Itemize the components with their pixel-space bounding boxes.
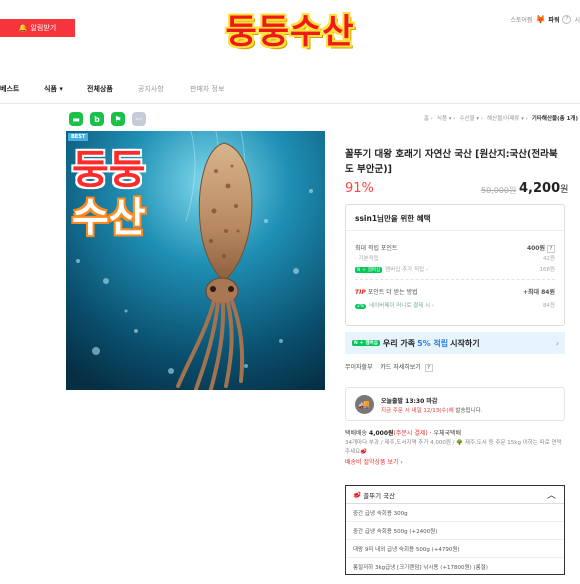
breadcrumb: 홈 › 식품 ▾ › 수산물 ▾ › 해산물/어패류 ▾ › 기타해산물(총 1…	[424, 114, 578, 122]
breadcrumb-home[interactable]: 홈 ›	[424, 114, 433, 122]
banner-text-after: 시작하기	[450, 338, 480, 348]
truck-icon: 🚚	[355, 395, 374, 414]
meat-icon: 🥩	[353, 490, 364, 499]
shipping-fee: 4,000원	[369, 430, 394, 437]
more-icon[interactable]: ···	[132, 112, 146, 126]
delivery-date: 지금 주문 시 내일 12/13(수)에 발송됩니다.	[381, 406, 483, 414]
shipping-fee-row: 택배배송 4,000원(주문시 결제) · 우체국택배	[345, 429, 565, 438]
shipping-note: (주문시 결제)	[393, 430, 428, 437]
help-icon[interactable]: ?	[424, 364, 433, 372]
sale-price: 4,200원	[519, 181, 568, 196]
banner-highlight: 5% 적립	[417, 338, 449, 348]
store-logo[interactable]: 둥둥수산	[0, 4, 580, 53]
max-points-label: 최대 적립 포인트	[355, 245, 398, 252]
option-select-header[interactable]: 🥩 꼴뚜기 국산 ︿	[346, 486, 564, 504]
original-price: 50,000원	[481, 186, 517, 195]
option-item[interactable]: 대왕 9미 내외 급냉 숙회용 500g (+4790원)	[346, 540, 564, 558]
help-icon[interactable]: ?	[562, 15, 572, 24]
delivery-date-highlight: 지금 주문 시 내일 12/13(수)에	[381, 408, 454, 414]
option-item[interactable]: 롱절저하 3kg급냉 [크기랜덤] 낚시용 (+17800원) (롱절)	[346, 558, 564, 576]
divider	[355, 279, 555, 280]
breadcrumb-food[interactable]: 식품 ▾ ›	[437, 114, 456, 122]
fox-icon: 🦊	[535, 15, 546, 24]
tip-text: 포인트 더 받는 방법	[367, 289, 418, 296]
max-points-value: 400원	[526, 245, 545, 252]
option-item[interactable]: 중간 급냉 숙회용 500g (+2400원)	[346, 522, 564, 540]
nav-item-notice[interactable]: 공지사항	[138, 84, 164, 94]
nav-item-food[interactable]: 식품 ▾	[44, 84, 63, 94]
shipping-carrier: · 우체국택배	[429, 430, 462, 437]
basic-points-value: 42원	[542, 256, 555, 262]
membership-points-label[interactable]: 멤버십 추가 적립	[385, 267, 424, 273]
breadcrumb-seafood[interactable]: 수산물 ▾ ›	[459, 114, 483, 122]
chevron-right-icon: ›	[555, 338, 559, 348]
share-icons: ▬ b ⚑ ···	[69, 112, 146, 126]
store-nav: 베스트 식품 ▾ 전체상품 공지사항 판매자 정보	[0, 72, 580, 104]
sale-price-number: 4,200	[519, 181, 561, 196]
nav-item-all-products[interactable]: 전체상품	[87, 84, 113, 94]
max-points-row: 최대 적립 포인트 400원?	[355, 243, 555, 253]
benefit-header: ssin1님만을 위한 혜택	[346, 205, 564, 231]
image-text-susan: 수산	[72, 195, 146, 241]
tip-value: +최대 84원	[522, 289, 555, 296]
help-icon[interactable]: ?	[547, 245, 555, 253]
today-delivery-box: 🚚 오늘출발 13:30 마감 지금 주문 시 내일 12/13(수)에 발송됩…	[345, 387, 565, 421]
membership-points-row: N ＋ 멤버십 멤버십 추가 적립 › 168원	[355, 267, 555, 273]
product-image[interactable]: BEST 둥둥 수산	[66, 131, 325, 390]
shipping-saving-link[interactable]: 배송비 절약상품 보기 ›	[345, 458, 565, 467]
percent-badge: 2%	[355, 304, 367, 309]
npay-money-link[interactable]: 네이버페이 머니로 결제 시	[369, 303, 430, 309]
option-select-value: 꼴뚜기 국산	[363, 491, 396, 500]
share-band-icon[interactable]: b	[90, 112, 104, 126]
npay-money-value: 84원	[542, 303, 555, 309]
membership-points-value: 168원	[539, 267, 555, 273]
benefit-box: ssin1님만을 위한 혜택 최대 적립 포인트 400원? · 기본적립 42…	[345, 204, 565, 326]
store-like-label[interactable]: 스토어찜	[510, 15, 532, 24]
chevron-up-icon: ︿	[546, 491, 556, 501]
nav-item-best[interactable]: 베스트	[0, 84, 19, 94]
power-grade-label: 파워	[548, 17, 560, 24]
banner-text-before: 우리 가족	[382, 338, 416, 348]
breadcrumb-current[interactable]: 기타해산물(총 1개)	[532, 114, 578, 122]
tip-label: TIP	[355, 289, 366, 296]
store-actions: 스토어찜 🦊 파워 ? 시	[510, 15, 580, 24]
basic-points-label: 기본적립	[358, 256, 379, 262]
discount-rate: 91%	[345, 181, 374, 196]
basic-points-row: · 기본적립 42원	[355, 256, 555, 262]
shipping-label: 택배배송	[345, 430, 368, 437]
npay-membership-tag: N ＋ 멤버십	[355, 267, 383, 273]
interest-free-label: 무이자할부	[345, 364, 373, 371]
delivery-date-rest: 발송됩니다.	[453, 408, 483, 414]
tip-row: TIP 포인트 더 받는 방법 +최대 84원	[355, 287, 555, 296]
npay-membership-tag: N ＋ 멤버십	[352, 340, 380, 346]
sale-price-unit: 원	[560, 185, 569, 195]
delivery-deadline: 오늘출발 13:30 마감	[381, 398, 438, 405]
share-bookmark-icon[interactable]: ⚑	[111, 112, 125, 126]
family-membership-banner[interactable]: N ＋ 멤버십 우리 가족 5% 적립 시작하기 ›	[345, 332, 565, 354]
nav-item-seller-info[interactable]: 판매자 정보	[190, 84, 224, 94]
option-item[interactable]: 중간 급냉 숙회용 300g	[346, 504, 564, 522]
card-detail-link[interactable]: 카드 자세히보기	[380, 364, 421, 371]
interest-free-row: 무이자할부 카드 자세히보기 ?	[345, 362, 433, 372]
option-select: 🥩 꼴뚜기 국산 ︿ 중간 급냉 숙회용 300g 중간 급냉 숙회용 500g…	[345, 485, 565, 575]
product-title: 꼴뚜기 대왕 호래기 자연산 국산 [원산지:국산(전라북도 부안군)]	[345, 149, 558, 175]
share-talk-icon[interactable]: ▬	[69, 112, 83, 126]
truncated-text: 시	[574, 17, 580, 24]
breadcrumb-shellfish[interactable]: 해산물/어패류 ▾ ›	[487, 114, 528, 122]
npay-money-row: 2% 네이버페이 머니로 결제 시 › 84원	[355, 303, 555, 309]
shipping-extra-info: 34개마다 부과 / 제주,도서지역 추가 4,000원 / 🌳 제주,도서 등…	[345, 440, 562, 455]
